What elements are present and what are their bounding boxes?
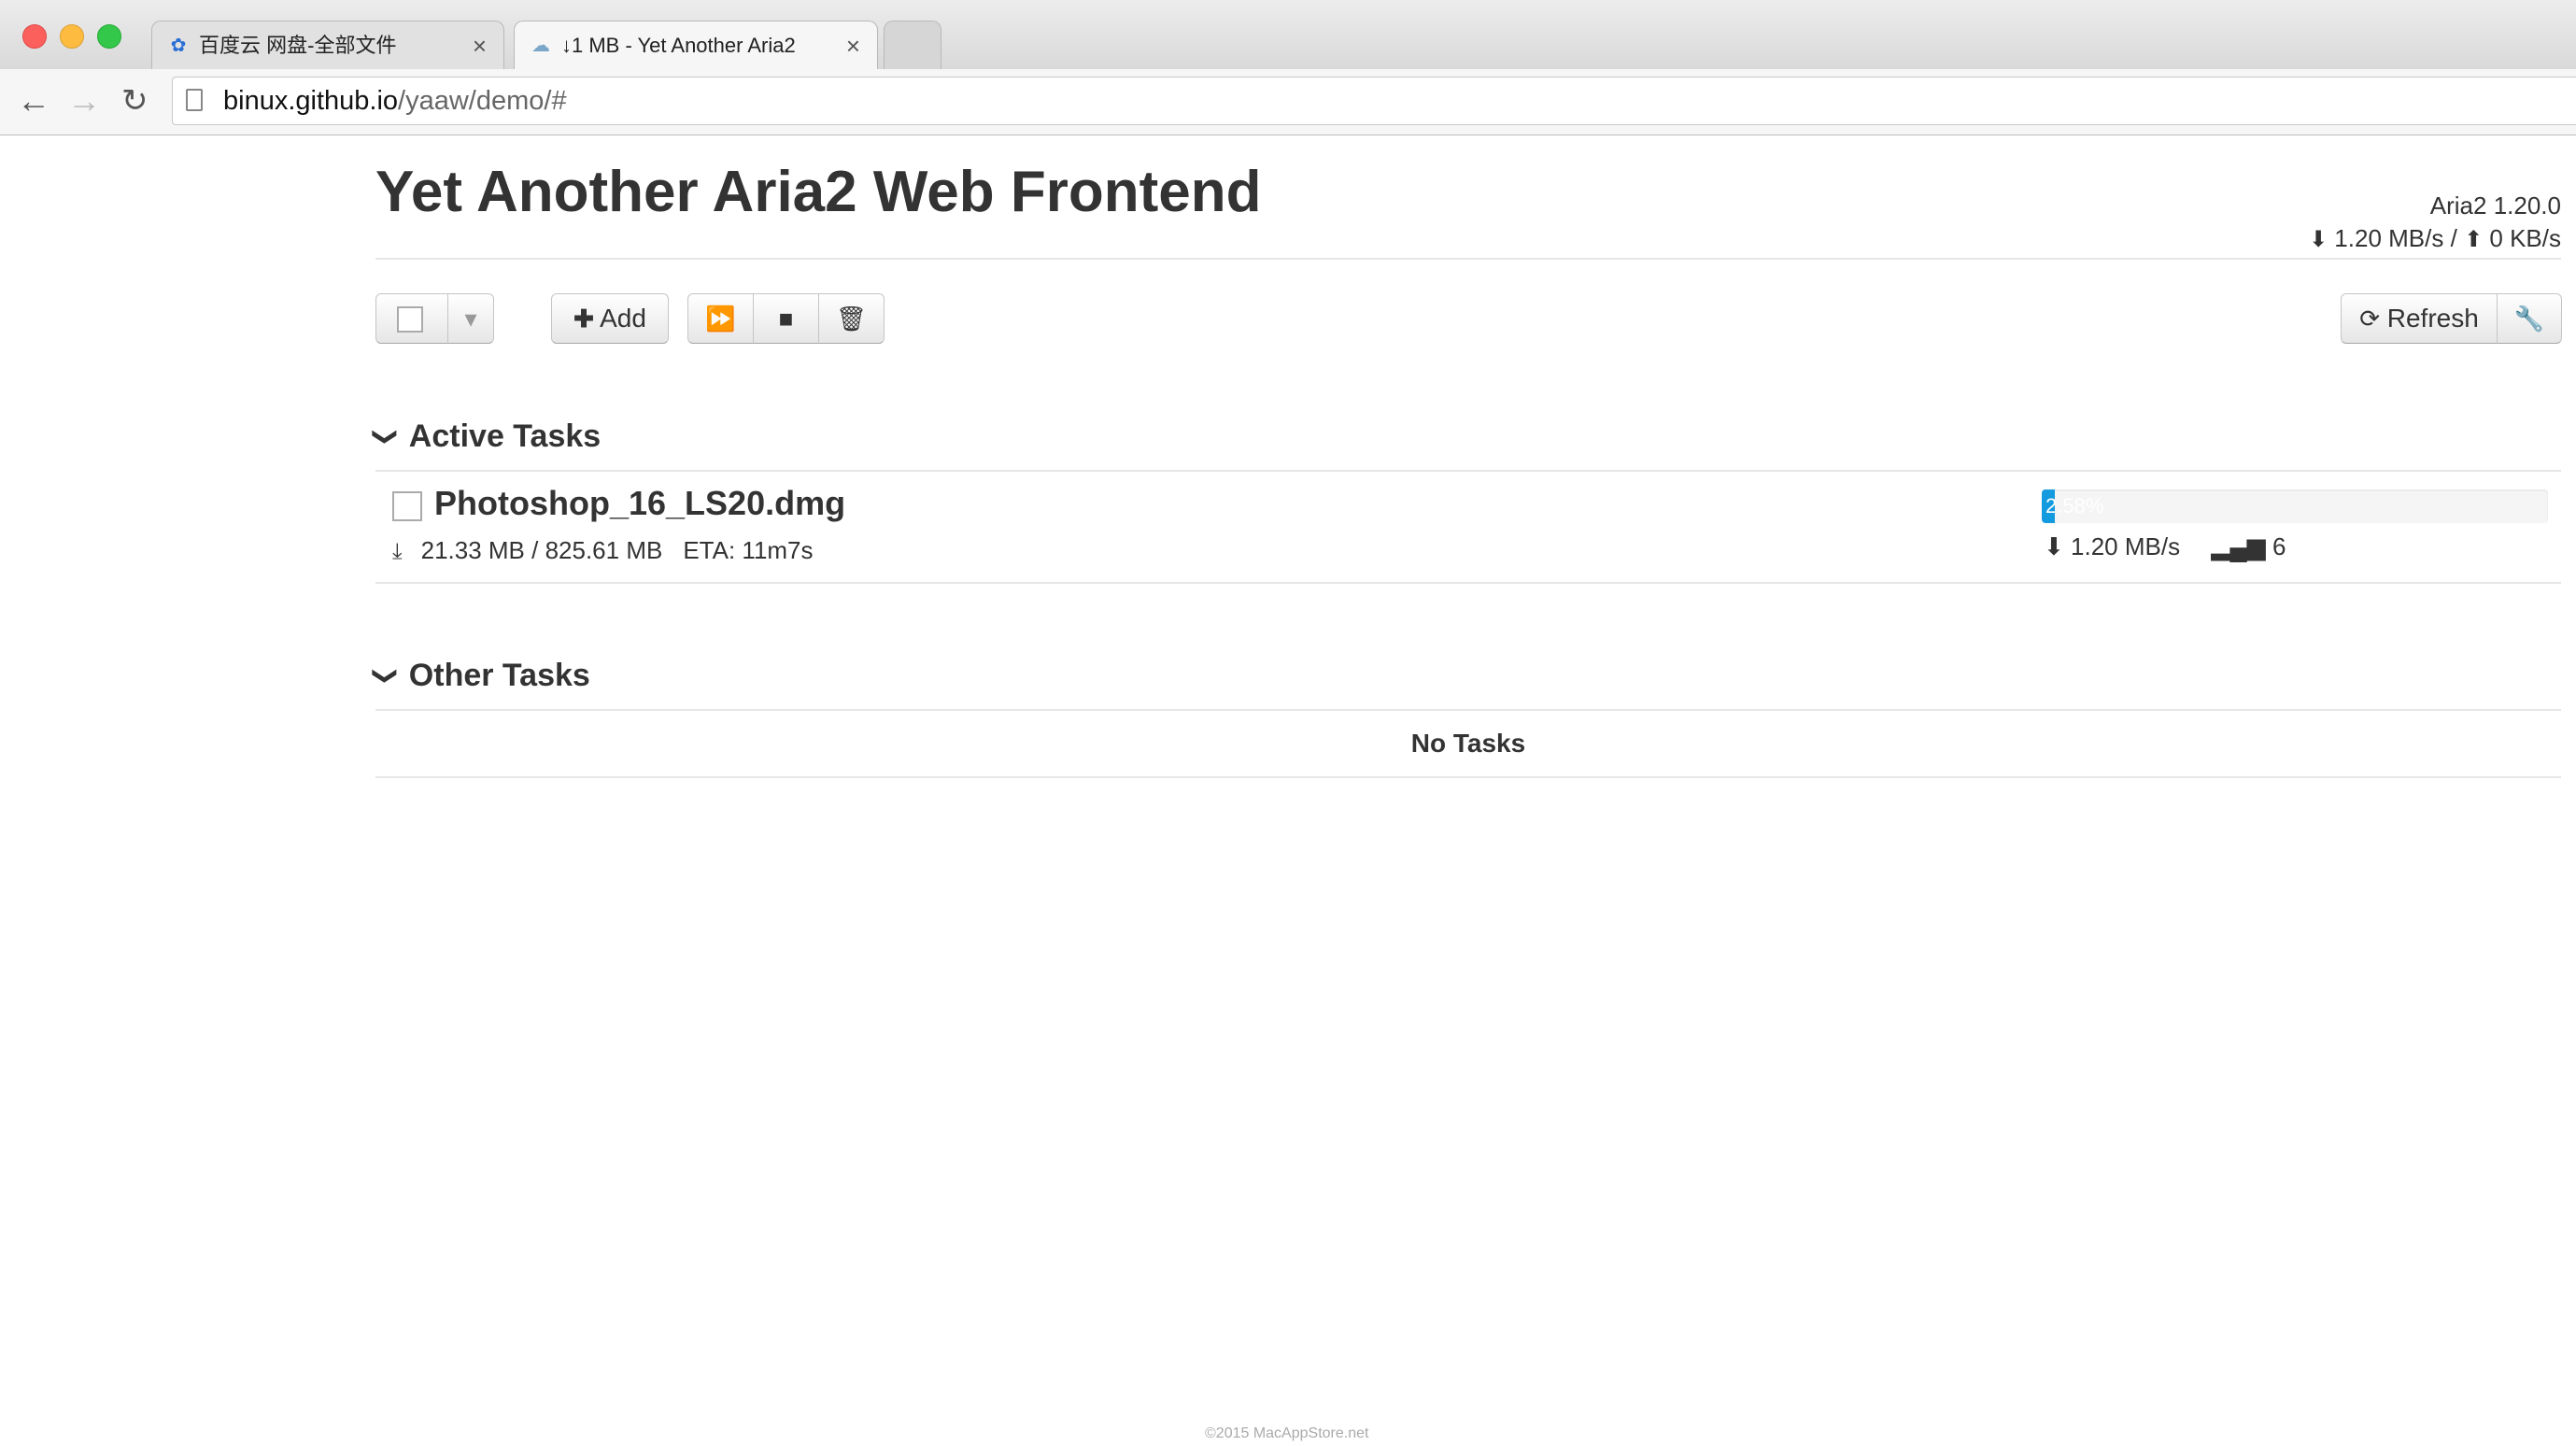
upload-speed: 0 KB/s — [2489, 224, 2561, 252]
chevron-down-icon: ❯ — [372, 665, 401, 687]
tab-label: ↓1 MB - Yet Another Aria2 — [561, 34, 796, 57]
page-title: Yet Another Aria2 Web Frontend — [375, 160, 1262, 224]
task-size: 21.33 MB / 825.61 MB — [420, 536, 663, 564]
tab-yaaw[interactable]: ☁ ↓1 MB - Yet Another Aria2 × — [514, 21, 878, 70]
speed-separator: / — [2450, 224, 2457, 252]
close-tab-icon[interactable]: × — [846, 21, 860, 70]
url-text: binux.github.io/yaaw/demo/# — [223, 86, 567, 116]
no-tasks-message: No Tasks — [1410, 729, 1526, 758]
caret-down-icon: ▾ — [464, 305, 477, 333]
refresh-icon: ⟳ — [2359, 305, 2380, 333]
header-divider — [375, 258, 2561, 260]
select-all-checkbox[interactable] — [397, 306, 423, 333]
plus-icon: ✚ — [573, 305, 594, 333]
close-window-button[interactable] — [22, 24, 47, 49]
new-tab-button[interactable] — [884, 21, 941, 69]
stop-button[interactable]: ■ — [753, 293, 819, 344]
footer-watermark: ©2015 MacAppStore.net — [1205, 1425, 1369, 1441]
settings-button[interactable]: 🔧 — [2497, 293, 2562, 344]
upload-speed-icon: ⬆ — [2464, 227, 2484, 252]
back-icon[interactable]: ← — [17, 84, 50, 118]
forward-icon[interactable]: → — [67, 84, 101, 118]
minimize-window-button[interactable] — [60, 24, 84, 49]
tab-label: 百度云 网盘-全部文件 — [199, 34, 397, 57]
download-speed-icon: ⬇ — [2308, 227, 2328, 252]
select-dropdown-button[interactable]: ▾ — [447, 293, 494, 344]
delete-button[interactable]: 🗑 — [818, 293, 885, 344]
browser-toolbar: ← → ↻ binux.github.io/yaaw/demo/# — [0, 69, 2576, 135]
select-all-button[interactable] — [375, 293, 448, 344]
task-name[interactable]: Photoshop_16_LS20.dmg — [434, 484, 845, 523]
fast-forward-icon: ⏩ — [705, 305, 736, 333]
refresh-label: Refresh — [2386, 304, 2479, 333]
wrench-icon: 🔧 — [2513, 305, 2545, 333]
address-bar[interactable]: binux.github.io/yaaw/demo/# — [172, 77, 2576, 125]
chevron-down-icon: ❯ — [372, 426, 401, 447]
task-stats: ⬇ 1.20 MB/s ▂▄▆ 6 — [2044, 532, 2286, 561]
task-divider — [375, 582, 2561, 584]
task-progress-label: 2.58% — [2045, 494, 2104, 517]
other-tasks-divider — [375, 709, 2561, 711]
signal-icon: ▂▄▆ — [2211, 532, 2266, 560]
other-tasks-header[interactable]: ❯ Other Tasks — [372, 658, 590, 694]
stop-icon: ■ — [778, 305, 794, 333]
task-speed: 1.20 MB/s — [2071, 532, 2181, 560]
active-tasks-divider — [375, 470, 2561, 472]
browser-titlebar: ✿ 百度云 网盘-全部文件 × ☁ ↓1 MB - Yet Another Ar… — [0, 0, 2576, 70]
download-speed: 1.20 MB/s — [2334, 224, 2444, 252]
cloud-icon: ☁ — [531, 35, 550, 56]
add-label: Add — [600, 304, 646, 333]
other-tasks-bottom-divider — [375, 776, 2561, 778]
aria2-version: Aria2 1.20.0 — [2429, 191, 2561, 220]
task-connections: 6 — [2272, 532, 2286, 560]
active-tasks-title: Active Tasks — [408, 418, 602, 454]
reload-icon[interactable]: ↻ — [121, 84, 149, 118]
page-icon — [186, 89, 203, 111]
other-tasks-title: Other Tasks — [408, 658, 590, 693]
task-checkbox[interactable] — [392, 491, 422, 521]
trash-icon: 🗑 — [835, 305, 867, 333]
baidu-cloud-icon: ✿ — [170, 35, 187, 56]
global-speed: ⬇ 1.20 MB/s / ⬆ 0 KB/s — [2309, 224, 2561, 253]
task-meta: ⤓ 21.33 MB / 825.61 MB ETA: 11m7s — [392, 536, 814, 565]
task-progress-bar: 2.58% — [2042, 489, 2548, 523]
add-button[interactable]: ✚ Add — [551, 293, 669, 344]
zoom-window-button[interactable] — [97, 24, 121, 49]
active-tasks-header[interactable]: ❯ Active Tasks — [372, 418, 602, 455]
refresh-button[interactable]: ⟳ Refresh — [2341, 293, 2498, 344]
download-icon: ⤓ — [392, 539, 403, 564]
close-tab-icon[interactable]: × — [473, 21, 487, 70]
task-eta: ETA: 11m7s — [683, 536, 814, 564]
resume-button[interactable]: ⏩ — [687, 293, 754, 344]
tab-baidu-cloud[interactable]: ✿ 百度云 网盘-全部文件 × — [151, 21, 504, 69]
task-speed-icon: ⬇ — [2044, 532, 2064, 560]
